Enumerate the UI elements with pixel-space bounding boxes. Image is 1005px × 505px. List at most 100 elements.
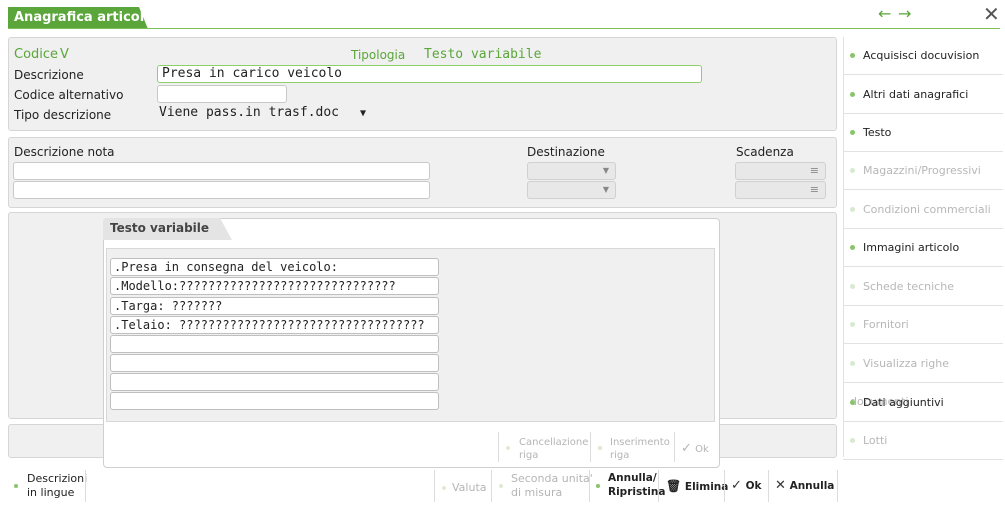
- valuta-button[interactable]: Valuta: [442, 481, 487, 494]
- destinazione-select-2[interactable]: ▼: [527, 181, 616, 199]
- codice-alternativo-label: Codice alternativo: [14, 88, 124, 102]
- menu-label: Condizioni commerciali: [863, 203, 991, 216]
- check-icon: ✓: [681, 441, 692, 456]
- menu-lotti[interactable]: Lotti: [843, 422, 1003, 460]
- cancellazione-riga-label: Cancellazione riga: [519, 437, 589, 461]
- divider: [589, 470, 590, 502]
- divider: [768, 470, 769, 502]
- menu-label: Immagini articolo: [863, 241, 960, 254]
- tipo-descrizione-select[interactable]: Viene pass.in trasf.doc ▼: [157, 105, 368, 123]
- tipologia-label: Tipologia: [351, 48, 406, 62]
- menu-label: Dati aggiuntivi: [863, 396, 944, 409]
- destinazione-select-1[interactable]: ▼: [527, 162, 616, 180]
- descrizione-label: Descrizione: [14, 68, 84, 82]
- status-dot: [850, 437, 855, 443]
- menu-dati-aggiuntivi[interactable]: Dati aggiuntivi: [843, 384, 1003, 422]
- dropdown-arrow-icon: ▼: [359, 108, 366, 119]
- tipo-descrizione-label: Tipo descrizione: [14, 108, 112, 122]
- menu-acquisisci-docuvision[interactable]: Acquisisci docuvision: [843, 37, 1003, 75]
- text-row[interactable]: .Modello:??????????????????????????????: [110, 277, 439, 295]
- divider: [590, 432, 591, 462]
- text-row[interactable]: .Presa in consegna del veicolo:: [110, 258, 439, 276]
- menu-immagini-articolo[interactable]: Immagini articolo: [843, 229, 1003, 267]
- tipologia-value: Testo variabile: [424, 47, 542, 62]
- menu-testo[interactable]: Testo: [843, 114, 1003, 152]
- status-dot: [850, 399, 855, 405]
- status-dot: [850, 91, 855, 97]
- dialog-ok-button[interactable]: ✓ Ok: [681, 442, 709, 456]
- elimina-label: Elimina: [684, 481, 729, 493]
- menu-schede-tecniche[interactable]: Schede tecniche: [843, 268, 1003, 306]
- menu-label: Schede tecniche: [863, 280, 954, 293]
- menu-label: Acquisisci docuvision: [863, 49, 980, 62]
- status-dot: [506, 446, 510, 450]
- divider: [837, 470, 838, 502]
- close-icon[interactable]: ✕: [983, 2, 1000, 26]
- menu-magazzini-progressivi[interactable]: Magazzini/Progressivi: [843, 152, 1003, 190]
- destinazione-label: Destinazione: [527, 145, 605, 159]
- seconda-label-line2: di misura: [511, 486, 563, 499]
- descrizione-nota-input-1[interactable]: [13, 162, 430, 180]
- header-panel: [8, 37, 837, 131]
- status-dot: [850, 360, 855, 366]
- menu-visualizza-righe-documenti[interactable]: Visualizza righe documenti: [843, 345, 1003, 408]
- trash-icon: 🗑: [666, 479, 682, 493]
- dialog-ok-label: Ok: [695, 444, 709, 455]
- menu-lines-icon: ≡: [809, 183, 819, 196]
- seconda-label-line1: Seconda unita': [511, 472, 593, 485]
- codice-label: Codice: [14, 47, 59, 62]
- text-row[interactable]: [110, 373, 439, 391]
- dropdown-arrow-icon: ▼: [602, 185, 609, 194]
- dialog-title: Testo variabile: [110, 221, 210, 235]
- codice-alternativo-input[interactable]: [157, 85, 287, 103]
- window-title: Anagrafica articoli: [14, 10, 149, 25]
- status-dot: [442, 486, 446, 490]
- text-row[interactable]: .Targa: ???????: [110, 297, 439, 315]
- menu-label: Testo: [863, 126, 892, 139]
- check-icon: ✓: [731, 478, 742, 493]
- status-dot: [850, 129, 855, 135]
- title-divider: [8, 28, 1000, 29]
- close-icon: ✕: [775, 478, 786, 493]
- ok-label: Ok: [745, 480, 762, 492]
- divider: [491, 470, 492, 502]
- status-dot: [850, 283, 855, 289]
- status-dot: [850, 321, 855, 327]
- valuta-label: Valuta: [452, 481, 487, 494]
- descrizione-input[interactable]: Presa in carico veicolo: [157, 65, 702, 83]
- text-row[interactable]: .Telaio: ???????????????????????????????…: [110, 316, 439, 334]
- menu-condizioni-commerciali[interactable]: Condizioni commerciali: [843, 191, 1003, 229]
- text-row[interactable]: [110, 335, 439, 353]
- annulla-ripristina-line2: Ripristina: [608, 486, 666, 498]
- divider: [434, 470, 435, 502]
- status-dot: [850, 52, 855, 58]
- divider: [724, 470, 725, 502]
- descrizioni-label-line2: in lingue: [27, 486, 75, 499]
- scadenza-label: Scadenza: [736, 145, 794, 159]
- menu-fornitori[interactable]: Fornitori: [843, 306, 1003, 344]
- descrizione-nota-label: Descrizione nota: [14, 145, 115, 159]
- codice-value: V: [60, 47, 69, 62]
- annulla-button[interactable]: ✕ Annulla: [775, 479, 834, 493]
- forward-arrow-icon[interactable]: →: [898, 4, 911, 23]
- annulla-label: Annulla: [789, 480, 835, 492]
- scadenza-input-2[interactable]: ≡: [735, 181, 826, 199]
- status-dot: [598, 446, 602, 450]
- status-dot: [596, 484, 600, 488]
- divider: [498, 432, 499, 462]
- ok-button[interactable]: ✓ Ok: [731, 479, 761, 493]
- text-row[interactable]: [110, 392, 439, 410]
- descrizioni-label-line1: Descrizioni: [27, 472, 88, 485]
- status-dot: [850, 244, 855, 250]
- descrizione-nota-input-2[interactable]: [13, 181, 430, 199]
- text-row[interactable]: [110, 354, 439, 372]
- menu-altri-dati-anagrafici[interactable]: Altri dati anagrafici: [843, 76, 1003, 114]
- divider: [658, 470, 659, 502]
- annulla-ripristina-line1: Annulla/: [608, 472, 657, 484]
- inserimento-riga-label: Inserimento riga: [610, 437, 670, 461]
- back-arrow-icon[interactable]: ←: [878, 4, 891, 23]
- dropdown-arrow-icon: ▼: [602, 166, 609, 175]
- elimina-button[interactable]: 🗑 Elimina: [666, 480, 728, 494]
- scadenza-input-1[interactable]: ≡: [735, 162, 826, 180]
- status-dot: [850, 206, 855, 212]
